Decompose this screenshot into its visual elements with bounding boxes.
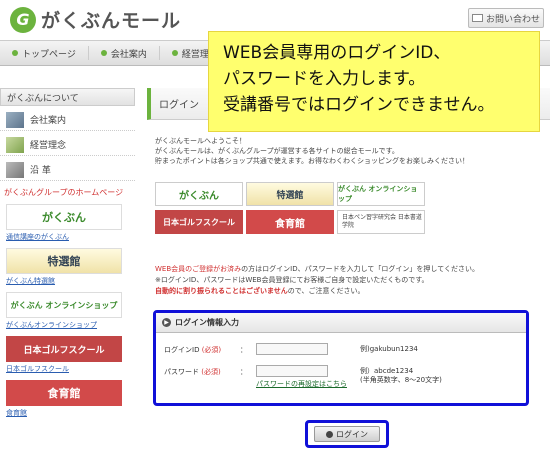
main-content: ログイン がくぶんモールへようこそ！ がくぶんモールは、がくぶんグループが運営す… xyxy=(147,88,550,460)
sidebar-heading: がくぶんについて xyxy=(0,88,135,106)
login-panel: ▶ ログイン情報入力 ログインID (必須) ： 例)gakubun1234 パ… xyxy=(153,310,529,406)
notice-text: の方はログインID、パスワードを入力して「ログイン」を押してください。 xyxy=(241,265,479,273)
history-icon xyxy=(6,161,24,178)
sidebar-item-history[interactable]: 沿 革 xyxy=(0,159,135,181)
banner-golf[interactable]: 日本ゴルフスクール xyxy=(6,336,122,362)
banner-online-shop[interactable]: がくぶん オンラインショップ xyxy=(6,292,122,318)
login-id-hint: 例)gakubun1234 xyxy=(360,345,418,353)
password-hint-line: 例）abcde1234 xyxy=(360,367,414,375)
sidebar-item-label: 沿 革 xyxy=(30,166,51,176)
shop-banner-pen[interactable]: 日本ペン習字研究会 日本書道学院 xyxy=(337,210,425,234)
panel-heading-label: ログイン情報入力 xyxy=(175,318,239,327)
panel-heading: ▶ ログイン情報入力 xyxy=(156,313,526,333)
field-label: ログインID xyxy=(164,346,200,354)
shop-banner-golf[interactable]: 日本ゴルフスクール xyxy=(155,210,243,234)
nav-item-company[interactable]: 会社案内 xyxy=(89,46,160,60)
group-sites-title: がくぶんグループのホームページ xyxy=(4,188,124,197)
shop-grid: がくぶん 特選館 がくぶん オンラインショップ 日本ゴルフスクール 食育館 日本… xyxy=(155,182,455,234)
password-hint: 例）abcde1234 (半角英数字、8～20文字) xyxy=(360,367,520,385)
banner-tokusen[interactable]: 特選館 xyxy=(6,248,122,274)
login-id-label: ログインID (必須) xyxy=(164,345,221,355)
banner-link-gakubun[interactable]: 通信講座のがくぶん xyxy=(0,232,135,242)
login-notice: WEB会員のご登録がお済みの方はログインID、パスワードを入力して「ログイン」を… xyxy=(155,264,550,297)
password-reset-link[interactable]: パスワードの再設定はこちら xyxy=(256,379,347,389)
logo-mark: G xyxy=(10,6,36,33)
nav-item-top[interactable]: トップページ xyxy=(0,46,89,60)
sidebar-item-label: 経営理念 xyxy=(30,141,67,151)
shop-banner-online-shop[interactable]: がくぶん オンラインショップ xyxy=(337,182,425,206)
arrow-icon xyxy=(326,430,333,438)
login-button-label: ログイン xyxy=(336,429,368,439)
nav-label: トップページ xyxy=(22,49,76,60)
sidebar-item-label: 会社案内 xyxy=(30,116,67,126)
bullet-icon xyxy=(171,50,178,56)
sidebar: がくぶんについて 会社案内 経営理念 沿 革 がくぶんグループのホームページ が… xyxy=(0,88,135,418)
leaf-icon xyxy=(6,136,24,153)
welcome-line: がくぶんモールは、がくぶんグループが運営する各サイトの総合モールです。 xyxy=(155,147,399,155)
field-label: パスワード xyxy=(164,368,199,376)
contact-button[interactable]: お問い合わせ xyxy=(468,8,544,28)
callout-line: 受講番号ではログインできません。 xyxy=(223,95,495,115)
shop-banner-shokuiku[interactable]: 食育館 xyxy=(246,210,334,234)
sidebar-item-philosophy[interactable]: 経営理念 xyxy=(0,134,135,156)
banner-link-online-shop[interactable]: がくぶんオンラインショップ xyxy=(0,320,135,330)
bullet-icon xyxy=(12,50,18,56)
required-mark: (必須) xyxy=(201,368,221,376)
mail-icon xyxy=(471,14,483,22)
sidebar-item-company[interactable]: 会社案内 xyxy=(0,109,135,131)
nav-label: 会社案内 xyxy=(110,49,147,60)
welcome-line: 貯まったポイントは各ショップ共通で使えます。お得なわくわくショッピングをお楽しみ… xyxy=(155,157,470,165)
banner-link-tokusen[interactable]: がくぶん特選館 xyxy=(0,276,135,286)
shop-banner-tokusen[interactable]: 特選館 xyxy=(246,182,334,206)
notice-red: WEB会員のご登録がお済み xyxy=(155,265,242,273)
banner-gakubun[interactable]: がくぶん xyxy=(6,204,122,230)
login-id-input[interactable] xyxy=(256,343,328,355)
password-hint-line: (半角英数字、8～20文字) xyxy=(360,376,442,384)
banner-link-shokuiku[interactable]: 食育館 xyxy=(0,408,135,418)
notice-text: ので、ご注意ください。 xyxy=(287,287,365,295)
bullet-icon xyxy=(100,50,107,56)
building-icon xyxy=(6,111,24,128)
play-icon: ▶ xyxy=(162,318,171,327)
password-input[interactable] xyxy=(256,365,328,377)
colon: ： xyxy=(240,368,247,376)
instruction-callout: WEB会員専用のログインID、 パスワードを入力します。 受講番号ではログインで… xyxy=(208,31,540,132)
notice-bold: 自動的に割り振られることはございません xyxy=(155,287,288,295)
logo-text: がくぶんモール xyxy=(41,10,182,32)
banner-link-golf[interactable]: 日本ゴルフスクール xyxy=(0,364,135,374)
callout-line: パスワードを入力します。 xyxy=(223,69,426,89)
welcome-text: がくぶんモールへようこそ！ がくぶんモールは、がくぶんグループが運営する各サイト… xyxy=(155,136,545,166)
site-logo[interactable]: G がくぶんモール xyxy=(10,6,181,33)
notice-text: ※ログインID、パスワードはWEB会員登録にてお客様ご自身で設定いただくものです… xyxy=(155,276,429,284)
contact-label: お問い合わせ xyxy=(485,14,540,25)
password-label: パスワード (必須) xyxy=(164,367,221,377)
welcome-line: がくぶんモールへようこそ！ xyxy=(155,137,246,145)
callout-line: WEB会員専用のログインID、 xyxy=(223,43,451,63)
colon: ： xyxy=(240,346,247,354)
login-button[interactable]: ログイン xyxy=(314,426,380,442)
required-mark: (必須) xyxy=(201,346,222,354)
banner-shokuiku[interactable]: 食育館 xyxy=(6,380,122,406)
shop-banner-gakubun[interactable]: がくぶん xyxy=(155,182,243,206)
login-button-highlight: ログイン xyxy=(305,420,389,448)
